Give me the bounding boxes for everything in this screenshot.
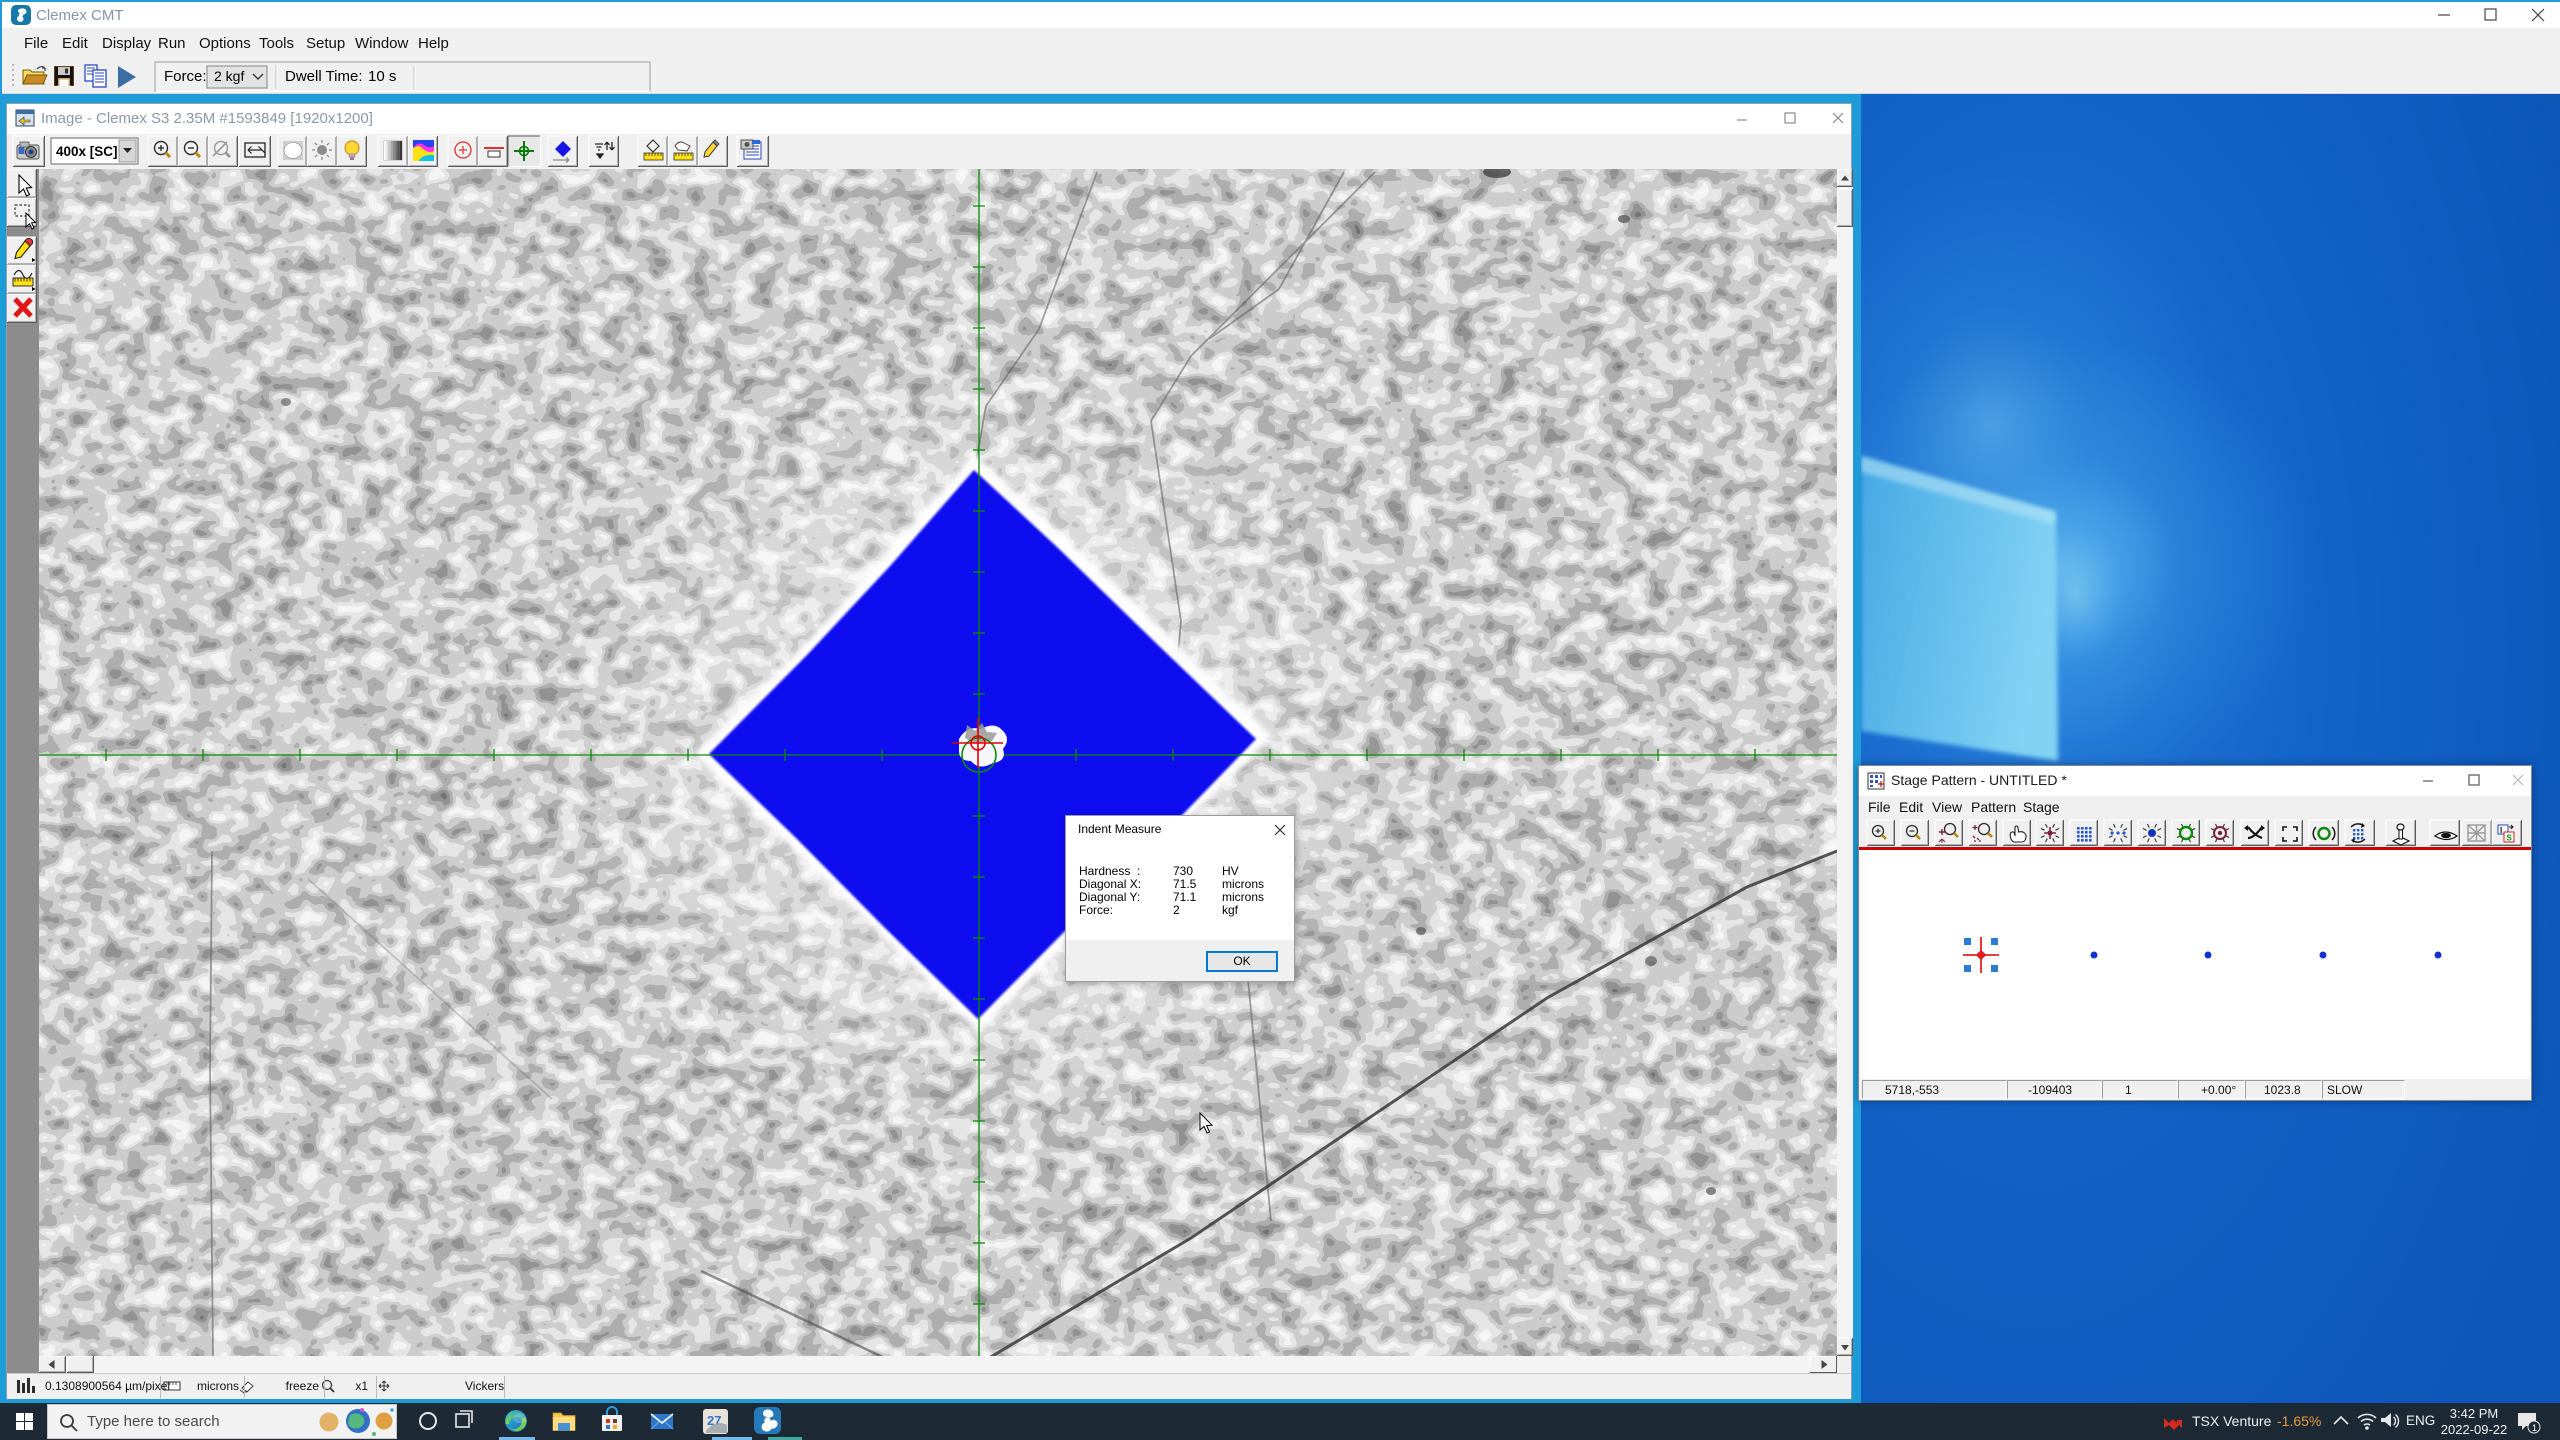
svg-text:400x [SC]: 400x [SC] xyxy=(56,144,118,159)
svg-text:I: I xyxy=(2500,826,2502,835)
svg-text:Force:: Force: xyxy=(164,68,207,85)
svg-text:1: 1 xyxy=(2532,1423,2537,1433)
svg-text:Dwell Time:: Dwell Time: xyxy=(285,68,363,85)
svg-text:S: S xyxy=(2507,834,2513,843)
svg-text:2 kgf: 2 kgf xyxy=(214,68,244,84)
svg-text:10 s: 10 s xyxy=(368,68,396,85)
